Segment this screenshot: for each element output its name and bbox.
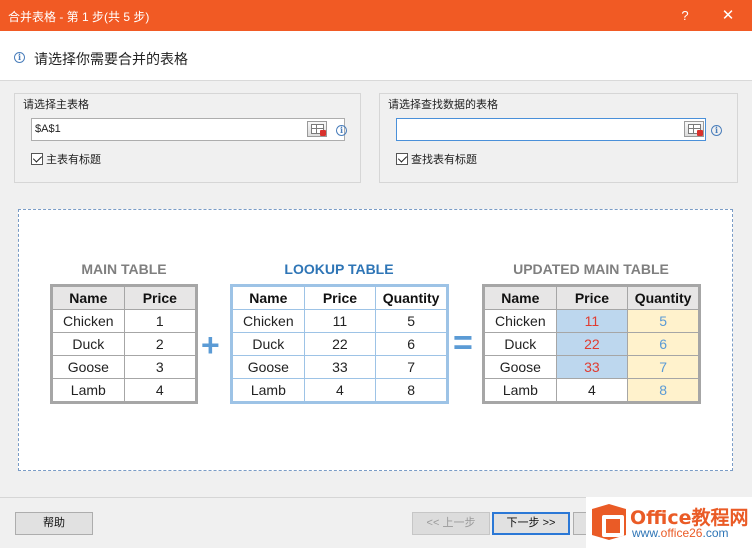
table-row: Lamb 4 8 xyxy=(484,378,699,402)
column-header: Name xyxy=(484,286,557,310)
table-cell: 11 xyxy=(303,309,377,333)
table-cell: 2 xyxy=(123,332,197,356)
window-title: 合并表格 - 第 1 步(共 5 步) xyxy=(8,10,150,24)
office26-watermark: Office教程网 www.office26.com xyxy=(586,497,752,548)
table-row: Goose 33 7 xyxy=(232,355,447,379)
table-cell: Duck xyxy=(232,332,305,356)
lookup-table-group: 请选择查找数据的表格 i 查找表有标题 xyxy=(379,93,738,183)
table-cell: 7 xyxy=(375,355,447,379)
lookup-table-title: LOOKUP TABLE xyxy=(284,261,394,277)
updated-table-example: Name Price Quantity Chicken 11 5 Duck 22 6 Goose 3… xyxy=(482,284,701,404)
table-row: Duck 22 6 xyxy=(484,332,699,356)
table-row: Lamb 4 xyxy=(52,378,197,402)
main-has-header-label: 主表有标题 xyxy=(46,154,101,166)
header-panel: i 请选择你需要合并的表格 xyxy=(0,31,752,81)
column-header: Price xyxy=(555,286,629,310)
lookup-has-header-checkbox[interactable]: 查找表有标题 xyxy=(396,151,477,167)
column-header: Quantity xyxy=(375,286,447,310)
table-cell: Duck xyxy=(52,332,125,356)
table-cell: Lamb xyxy=(52,378,125,402)
table-cell: Goose xyxy=(484,355,557,379)
main-table-label: 请选择主表格 xyxy=(23,99,89,111)
table-cell: Lamb xyxy=(232,378,305,402)
table-cell: Chicken xyxy=(232,309,305,333)
table-cell: 33 xyxy=(303,355,377,379)
title-bar: 合并表格 - 第 1 步(共 5 步) ? ✕ xyxy=(0,0,752,31)
range-picker-icon[interactable] xyxy=(684,121,704,137)
merge-illustration: MAIN TABLE Name Price Chicken 1 Duck 2 Goose 3 L… xyxy=(18,209,733,471)
header-row: Name Price Quantity xyxy=(484,286,699,310)
table-cell: 7 xyxy=(627,355,699,379)
lookup-table-range-input[interactable] xyxy=(396,118,706,141)
table-cell: Chicken xyxy=(52,309,125,333)
table-cell: 4 xyxy=(555,378,629,402)
main-table-title: MAIN TABLE xyxy=(81,261,167,277)
office-logo-icon xyxy=(592,504,626,540)
lookup-table-example: Name Price Quantity Chicken 11 5 Duck 22 6 Goose 3… xyxy=(230,284,449,404)
table-cell: 4 xyxy=(303,378,377,402)
table-cell: 11 xyxy=(555,309,629,333)
table-cell: Duck xyxy=(484,332,557,356)
header-row: Name Price Quantity xyxy=(232,286,447,310)
range-picker-icon[interactable] xyxy=(307,121,327,137)
help-icon[interactable]: ? xyxy=(674,0,696,31)
table-cell: 8 xyxy=(375,378,447,402)
table-cell: 6 xyxy=(375,332,447,356)
column-header: Name xyxy=(232,286,305,310)
column-header: Price xyxy=(123,286,197,310)
table-row: Lamb 4 8 xyxy=(232,378,447,402)
table-cell: Goose xyxy=(52,355,125,379)
table-cell: 3 xyxy=(123,355,197,379)
table-cell: Goose xyxy=(232,355,305,379)
table-row: Duck 2 xyxy=(52,332,197,356)
table-cell: 8 xyxy=(627,378,699,402)
table-cell: 6 xyxy=(627,332,699,356)
main-table-example: Name Price Chicken 1 Duck 2 Goose 3 Lamb 4 xyxy=(50,284,198,404)
column-header: Quantity xyxy=(627,286,699,310)
table-cell: Lamb xyxy=(484,378,557,402)
info-icon: i xyxy=(711,125,722,136)
info-icon: i xyxy=(336,125,347,136)
column-header: Price xyxy=(303,286,377,310)
plus-icon: + xyxy=(201,327,220,363)
table-cell: 5 xyxy=(627,309,699,333)
table-row: Chicken 11 5 xyxy=(484,309,699,333)
next-step-button[interactable]: 下一步 >> xyxy=(492,512,570,535)
header-row: Name Price xyxy=(52,286,197,310)
table-cell: 33 xyxy=(555,355,629,379)
watermark-url: www.office26.com xyxy=(632,526,729,540)
table-cell: 4 xyxy=(123,378,197,402)
close-icon[interactable]: ✕ xyxy=(716,0,740,31)
table-row: Goose 33 7 xyxy=(484,355,699,379)
table-row: Goose 3 xyxy=(52,355,197,379)
column-header: Name xyxy=(52,286,125,310)
equals-icon: = xyxy=(453,324,473,362)
table-cell: 22 xyxy=(303,332,377,356)
table-cell: 1 xyxy=(123,309,197,333)
main-table-group: 请选择主表格 $A$1 i 主表有标题 xyxy=(14,93,361,183)
table-row: Chicken 11 5 xyxy=(232,309,447,333)
main-has-header-checkbox[interactable]: 主表有标题 xyxy=(31,151,101,167)
prev-step-button[interactable]: << 上一步 xyxy=(412,512,490,535)
table-cell: Chicken xyxy=(484,309,557,333)
lookup-has-header-label: 查找表有标题 xyxy=(411,154,477,166)
table-cell: 22 xyxy=(555,332,629,356)
info-icon: i xyxy=(14,52,25,63)
step-instruction: 请选择你需要合并的表格 xyxy=(34,51,188,67)
table-cell: 5 xyxy=(375,309,447,333)
table-row: Duck 22 6 xyxy=(232,332,447,356)
lookup-table-label: 请选择查找数据的表格 xyxy=(388,99,498,111)
checkbox-checked-icon[interactable] xyxy=(396,153,408,165)
help-button[interactable]: 帮助 xyxy=(15,512,93,535)
checkbox-checked-icon[interactable] xyxy=(31,153,43,165)
updated-table-title: UPDATED MAIN TABLE xyxy=(513,261,669,277)
table-row: Chicken 1 xyxy=(52,309,197,333)
main-table-range-input[interactable]: $A$1 xyxy=(31,118,345,141)
